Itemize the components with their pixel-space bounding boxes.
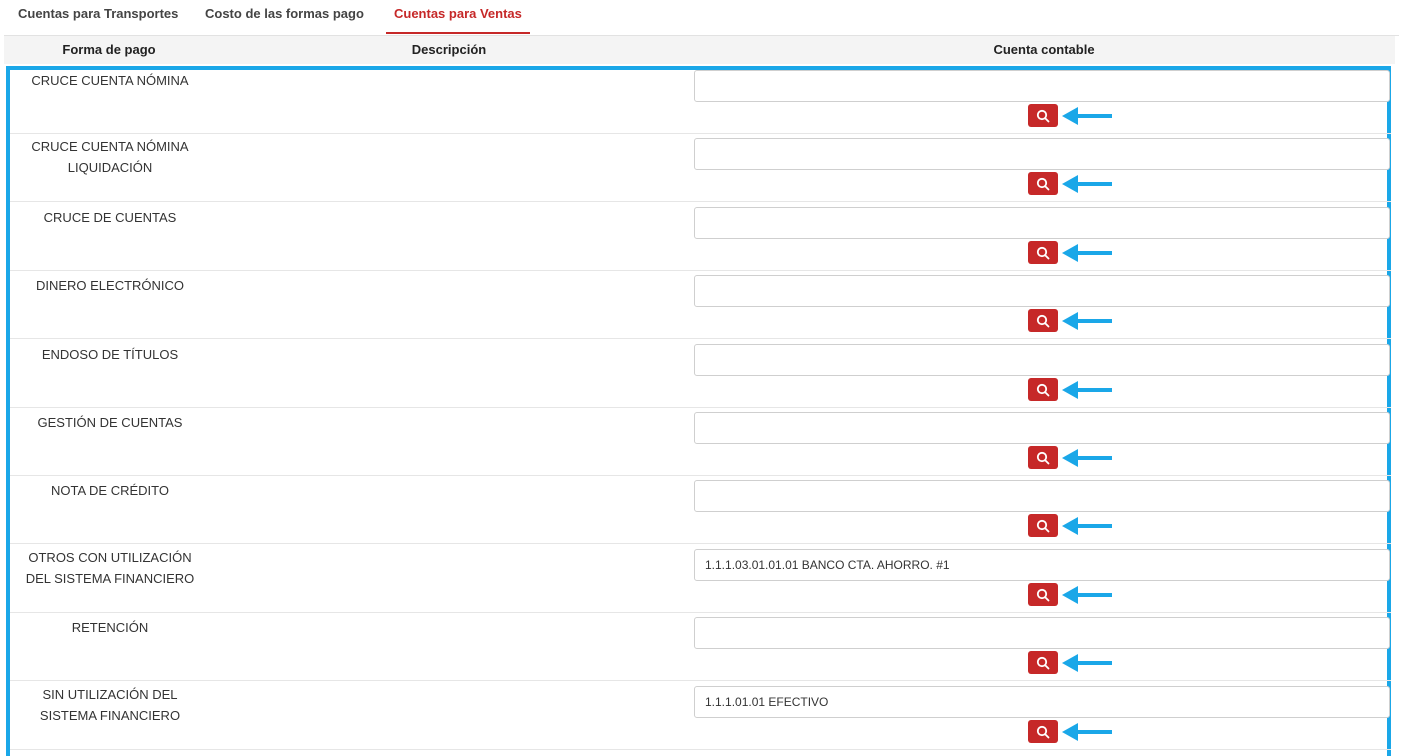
forma-pago-cell: SIN UTILIZACIÓN DEL SISTEMA FINANCIERO [10, 684, 210, 726]
left-arrow-icon [1062, 244, 1112, 262]
cuenta-contable-input[interactable] [694, 207, 1390, 239]
table-row: ENDOSO DE TÍTULOS [10, 340, 1391, 408]
search-account-button[interactable] [1028, 651, 1058, 674]
search-icon [1036, 177, 1050, 191]
search-icon [1036, 383, 1050, 397]
forma-pago-label: LIQUIDACIÓN [67, 160, 153, 175]
cuenta-contable-input[interactable] [694, 412, 1390, 444]
left-arrow-icon [1062, 654, 1112, 672]
cuenta-contable-input[interactable] [694, 617, 1390, 649]
forma-pago-cell: CRUCE CUENTA NÓMINA LIQUIDACIÓN [10, 136, 210, 178]
table-row: CRUCE DE CUENTAS [10, 203, 1391, 271]
left-arrow-icon [1062, 107, 1112, 125]
forma-pago-cell: NOTA DE CRÉDITO [10, 480, 210, 501]
table-row: CRUCE CUENTA NÓMINA [10, 66, 1391, 134]
forma-pago-label: SISTEMA FINANCIERO [39, 708, 181, 723]
table-row: GESTIÓN DE CUENTAS [10, 408, 1391, 476]
table-row: NOTA DE CRÉDITO [10, 476, 1391, 544]
column-header-cuenta-contable: Cuenta contable [993, 42, 1095, 57]
search-account-button[interactable] [1028, 241, 1058, 264]
search-account-button[interactable] [1028, 446, 1058, 469]
forma-pago-label: ENDOSO DE TÍTULOS [41, 347, 179, 362]
forma-pago-cell: CRUCE DE CUENTAS [10, 207, 210, 228]
table-header: Forma de pago Descripción Cuenta contabl… [4, 36, 1395, 64]
cuenta-contable-input[interactable] [694, 549, 1390, 581]
search-account-button[interactable] [1028, 104, 1058, 127]
tab-bar: Cuentas para Transportes Costo de las fo… [0, 0, 1403, 34]
forma-pago-label: CRUCE DE CUENTAS [43, 210, 177, 225]
forma-pago-cell: RETENCIÓN [10, 617, 210, 638]
left-arrow-icon [1062, 586, 1112, 604]
search-icon [1036, 656, 1050, 670]
table-row: OTROS CON UTILIZACIÓN DEL SISTEMA FINANCI… [10, 545, 1391, 613]
cuenta-contable-input[interactable] [694, 480, 1390, 512]
search-account-button[interactable] [1028, 514, 1058, 537]
column-header-forma-pago: Forma de pago [62, 42, 156, 57]
forma-pago-label: DEL SISTEMA FINANCIERO [25, 571, 195, 586]
search-icon [1036, 725, 1050, 739]
search-account-button[interactable] [1028, 309, 1058, 332]
forma-pago-cell: DINERO ELECTRÓNICO [10, 275, 210, 296]
search-icon [1036, 109, 1050, 123]
cuenta-contable-input[interactable] [694, 138, 1390, 170]
forma-pago-cell: CRUCE CUENTA NÓMINA [10, 70, 210, 91]
forma-pago-label: NOTA DE CRÉDITO [51, 483, 169, 498]
left-arrow-icon [1062, 723, 1112, 741]
table-row: DINERO ELECTRÓNICO [10, 271, 1391, 339]
left-arrow-icon [1062, 517, 1112, 535]
table-row: RETENCIÓN [10, 613, 1391, 681]
search-account-button[interactable] [1028, 172, 1058, 195]
cuenta-contable-input[interactable] [694, 70, 1390, 102]
search-account-button[interactable] [1028, 378, 1058, 401]
left-arrow-icon [1062, 381, 1112, 399]
forma-pago-label: GESTIÓN DE CUENTAS [37, 415, 183, 430]
search-icon [1036, 519, 1050, 533]
cuenta-contable-input[interactable] [694, 275, 1390, 307]
forma-pago-label: DINERO ELECTRÓNICO [35, 278, 185, 293]
forma-pago-cell: ENDOSO DE TÍTULOS [10, 344, 210, 365]
forma-pago-label: SIN UTILIZACIÓN DEL [42, 687, 178, 702]
cuenta-contable-input[interactable] [694, 686, 1390, 718]
search-icon [1036, 246, 1050, 260]
left-arrow-icon [1062, 449, 1112, 467]
tab-cuentas-transportes[interactable]: Cuentas para Transportes [18, 0, 178, 34]
forma-pago-cell: OTROS CON UTILIZACIÓN DEL SISTEMA FINANCI… [10, 547, 210, 589]
forma-pago-label: RETENCIÓN [71, 620, 149, 635]
column-header-descripcion: Descripción [411, 42, 487, 57]
cuenta-contable-input[interactable] [694, 344, 1390, 376]
tab-costo-formas-pago[interactable]: Costo de las formas pago [205, 0, 364, 34]
tab-cuentas-ventas[interactable]: Cuentas para Ventas [386, 0, 530, 34]
search-icon [1036, 588, 1050, 602]
forma-pago-cell: GESTIÓN DE CUENTAS [10, 412, 210, 433]
left-arrow-icon [1062, 312, 1112, 330]
search-icon [1036, 314, 1050, 328]
table-row: CRUCE CUENTA NÓMINA LIQUIDACIÓN [10, 134, 1391, 202]
forma-pago-label: OTROS CON UTILIZACIÓN [28, 550, 192, 565]
forma-pago-label: CRUCE CUENTA NÓMINA [31, 73, 189, 88]
search-icon [1036, 451, 1050, 465]
search-account-button[interactable] [1028, 583, 1058, 606]
left-arrow-icon [1062, 175, 1112, 193]
forma-pago-label: CRUCE CUENTA NÓMINA [31, 139, 189, 154]
